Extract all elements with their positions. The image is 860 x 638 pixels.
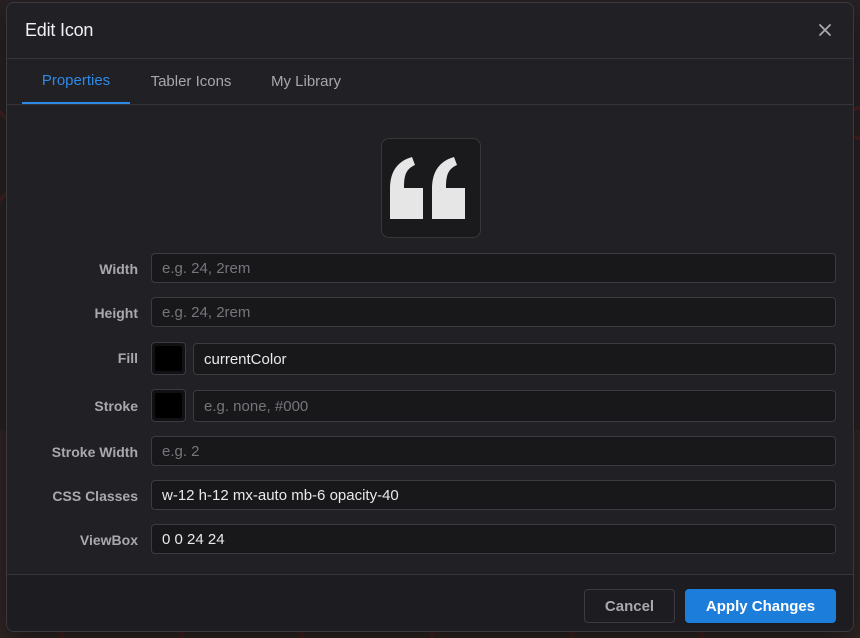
viewbox-input[interactable] [151, 524, 836, 554]
close-button[interactable] [813, 18, 837, 42]
stroke-input[interactable] [193, 390, 836, 422]
viewbox-label: ViewBox [79, 532, 138, 548]
fill-color-preview [155, 346, 182, 371]
modal-title: Edit Icon [25, 20, 94, 40]
stroke-width-label: Stroke Width [51, 444, 138, 460]
width-label: Width [99, 261, 138, 277]
stroke-label: Stroke [94, 398, 138, 414]
tab-tabler-icons[interactable]: Tabler Icons [137, 59, 245, 104]
width-input[interactable] [151, 253, 836, 283]
fill-color-swatch[interactable] [151, 342, 186, 375]
tab-my-library[interactable]: My Library [259, 59, 353, 104]
height-label: Height [94, 305, 138, 321]
fill-label: Fill [117, 350, 138, 366]
stroke-color-preview [155, 393, 182, 418]
css-classes-label: CSS Classes [52, 488, 138, 504]
quote-icon [390, 157, 465, 219]
tab-bar: Properties Tabler Icons My Library [7, 59, 853, 105]
height-input[interactable] [151, 297, 836, 327]
modal-footer: Cancel Apply Changes [7, 574, 853, 631]
tab-properties[interactable]: Properties [22, 59, 130, 104]
cancel-button[interactable]: Cancel [584, 589, 675, 623]
icon-preview [381, 138, 481, 238]
css-classes-input[interactable] [151, 480, 836, 510]
edit-icon-modal: Edit Icon Properties Tabler Icons My Lib… [6, 2, 854, 632]
stroke-width-input[interactable] [151, 436, 836, 466]
stroke-color-swatch[interactable] [151, 389, 186, 422]
close-icon [819, 24, 831, 36]
modal-header: Edit Icon [7, 3, 853, 59]
apply-changes-button[interactable]: Apply Changes [685, 589, 836, 623]
fill-input[interactable] [193, 343, 836, 375]
